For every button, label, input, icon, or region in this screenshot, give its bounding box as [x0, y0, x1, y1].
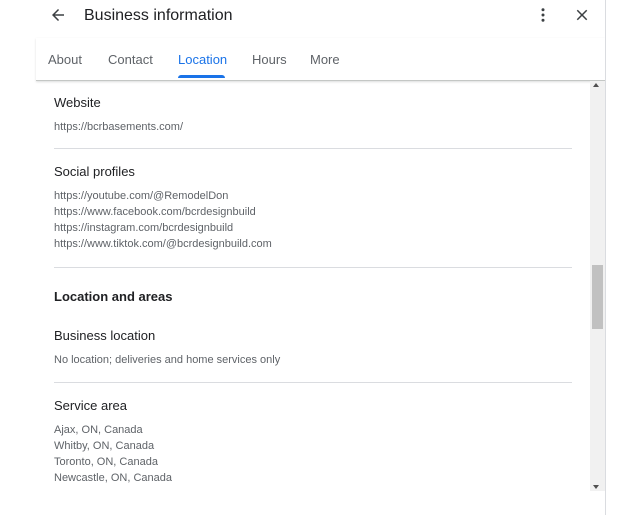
tab-location[interactable]: Location — [178, 52, 227, 67]
social-profiles-label: Social profiles — [54, 164, 135, 179]
website-label: Website — [54, 95, 101, 110]
divider — [54, 267, 572, 268]
active-tab-indicator — [178, 75, 225, 78]
social-link-instagram[interactable]: https://instagram.com/bcrdesignbuild — [54, 220, 233, 236]
divider — [54, 148, 572, 149]
service-area-item: Whitby, ON, Canada — [54, 440, 155, 452]
arrow-back-icon — [49, 6, 67, 29]
back-button[interactable] — [46, 5, 70, 29]
service-area-item: Newcastle, ON, Canada — [54, 472, 172, 484]
social-link-facebook[interactable]: https://www.facebook.com/bcrdesignbuild — [54, 204, 256, 220]
social-link-tiktok[interactable]: https://www.tiktok.com/@bcrdesignbuild.c… — [54, 236, 272, 252]
website-url[interactable]: https://bcrbasements.com/ — [54, 119, 183, 135]
panel-header: Business information — [0, 0, 605, 36]
divider — [54, 382, 572, 383]
scroll-up-arrow-icon[interactable] — [593, 83, 599, 87]
business-location-value: No location; deliveries and home service… — [54, 354, 281, 366]
scroll-down-arrow-icon[interactable] — [593, 485, 599, 489]
business-location-label: Business location — [54, 328, 156, 343]
more-vert-icon — [534, 6, 552, 29]
service-area-label: Service area — [54, 398, 127, 413]
service-area-item: Ajax, ON, Canada — [54, 424, 143, 436]
business-info-panel: Business information About Contact Locat… — [0, 0, 606, 515]
scroll-content: Website https://bcrbasements.com/ Social… — [0, 81, 590, 515]
more-options-button[interactable] — [531, 5, 555, 29]
page-title: Business information — [84, 7, 233, 24]
social-link-youtube[interactable]: https://youtube.com/@RemodelDon — [54, 188, 228, 204]
tab-more[interactable]: More — [310, 52, 340, 67]
location-and-areas-heading: Location and areas — [54, 289, 173, 304]
close-icon — [573, 6, 591, 29]
tab-bar: About Contact Location Hours More — [36, 38, 605, 81]
tab-about[interactable]: About — [48, 52, 82, 67]
scrollbar-thumb[interactable] — [592, 265, 603, 329]
close-button[interactable] — [570, 5, 594, 29]
tab-hours[interactable]: Hours — [252, 52, 287, 67]
tab-contact[interactable]: Contact — [108, 52, 153, 67]
service-area-item: Toronto, ON, Canada — [54, 456, 158, 468]
